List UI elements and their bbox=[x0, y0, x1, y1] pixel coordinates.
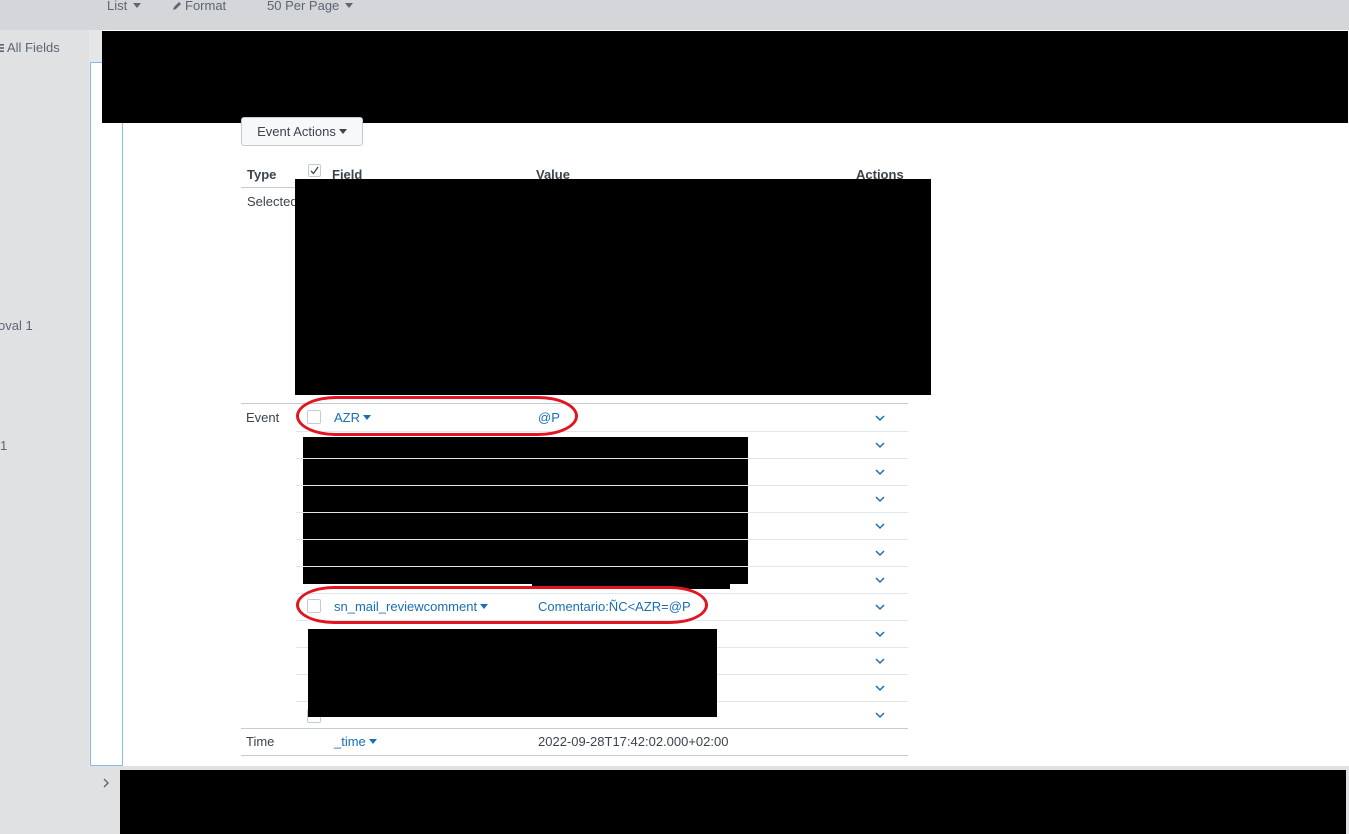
checkmark-icon bbox=[310, 166, 319, 175]
chevron-down-icon[interactable] bbox=[874, 574, 886, 586]
annotation-circle bbox=[296, 396, 578, 436]
list-icon bbox=[0, 43, 4, 52]
row-divider bbox=[296, 539, 908, 540]
annotation-circle bbox=[296, 586, 708, 624]
row-divider bbox=[296, 458, 908, 459]
chevron-down-icon[interactable] bbox=[874, 709, 886, 721]
chevron-down-icon[interactable] bbox=[874, 655, 886, 667]
expanded-event-frame bbox=[90, 62, 123, 766]
redacted-area bbox=[303, 437, 748, 584]
time-field-dropdown[interactable]: _time bbox=[334, 734, 377, 749]
chevron-down-icon[interactable] bbox=[874, 682, 886, 694]
caret-down-icon bbox=[345, 3, 354, 8]
chevron-down-icon[interactable] bbox=[874, 466, 886, 478]
chevron-right-icon[interactable] bbox=[101, 777, 111, 789]
row-divider bbox=[296, 566, 908, 567]
chevron-down-icon[interactable] bbox=[874, 520, 886, 532]
redacted-area bbox=[120, 770, 1346, 834]
chevron-down-icon[interactable] bbox=[874, 547, 886, 559]
sidebar-field-item[interactable]: 1 bbox=[0, 438, 7, 453]
time-group-label: Time bbox=[246, 734, 275, 749]
chevron-down-icon[interactable] bbox=[874, 628, 886, 640]
caret-down-icon bbox=[133, 3, 142, 8]
list-view-dropdown[interactable]: List bbox=[107, 0, 142, 13]
chevron-down-icon[interactable] bbox=[874, 439, 886, 451]
table-bottom-divider bbox=[241, 755, 908, 756]
event-group-label: Event bbox=[246, 410, 280, 425]
chevron-down-icon[interactable] bbox=[874, 412, 886, 424]
chevron-down-icon[interactable] bbox=[874, 601, 886, 613]
caret-down-icon bbox=[368, 739, 377, 744]
event-actions-button[interactable]: Event Actions bbox=[241, 117, 363, 146]
all-fields-button[interactable]: All Fields bbox=[0, 40, 60, 55]
fields-sidebar bbox=[0, 30, 89, 834]
time-value: 2022-09-28T17:42:02.000+02:00 bbox=[538, 734, 729, 749]
type-column-header: Type bbox=[247, 167, 277, 182]
select-all-checkbox[interactable] bbox=[308, 164, 321, 177]
per-page-dropdown[interactable]: 50 Per Page bbox=[267, 0, 354, 13]
selected-group-label: Selected bbox=[247, 194, 297, 209]
format-button[interactable]: Format bbox=[172, 0, 226, 13]
redacted-area bbox=[308, 629, 717, 717]
redacted-area bbox=[295, 179, 931, 395]
group-divider bbox=[241, 728, 908, 729]
row-divider bbox=[296, 512, 908, 513]
caret-down-icon bbox=[338, 129, 347, 134]
pencil-icon bbox=[173, 1, 181, 10]
sidebar-field-item[interactable]: oval 1 bbox=[0, 318, 33, 333]
redacted-area bbox=[102, 31, 1348, 123]
row-divider bbox=[296, 485, 908, 486]
chevron-down-icon[interactable] bbox=[874, 493, 886, 505]
